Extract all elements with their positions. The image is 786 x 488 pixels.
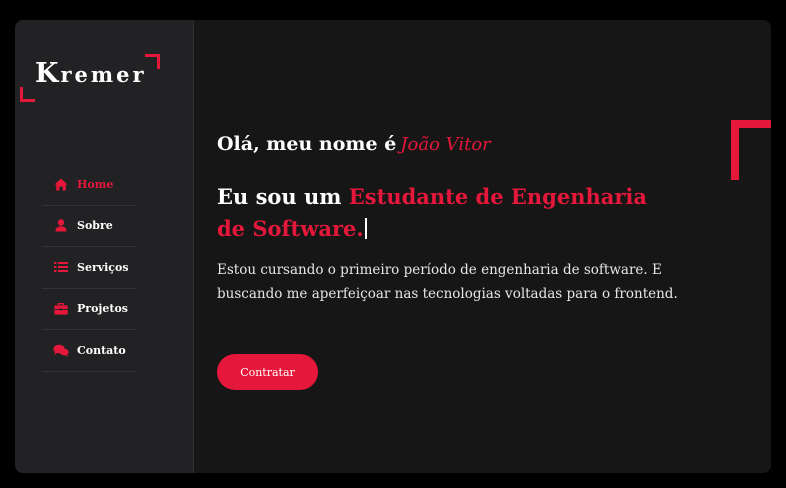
sidebar-item-sobre[interactable]: Sobre <box>42 206 136 247</box>
sidebar-item-projetos[interactable]: Projetos <box>42 289 136 330</box>
sidebar-item-label: Sobre <box>77 219 113 233</box>
logo-text: Kremer <box>35 58 147 89</box>
hero-description: Estou cursando o primeiro período de eng… <box>217 262 678 302</box>
greeting-text: Olá, meu nome é <box>217 133 397 155</box>
sidebar-item-contato[interactable]: Contato <box>42 330 136 372</box>
sidebar-item-label: Serviços <box>77 260 129 274</box>
home-icon <box>53 177 69 191</box>
briefcase-icon <box>53 302 69 316</box>
logo-rest: remer <box>60 62 147 87</box>
sidebar-item-label: Home <box>77 177 114 191</box>
sidebar-item-servicos[interactable]: Serviços <box>42 247 136 289</box>
logo-corner-top-right <box>145 54 160 69</box>
hero-name: João Vitor <box>400 134 491 155</box>
list-icon <box>53 260 69 274</box>
chat-icon <box>53 343 69 357</box>
sidebar-item-home[interactable]: Home <box>42 164 136 206</box>
logo-corner-bottom-left <box>20 87 35 102</box>
hero-headline: Eu sou um Estudante de Engenharia de Sof… <box>217 181 657 245</box>
contratar-button[interactable]: Contratar <box>217 354 318 390</box>
app-frame: Kremer Home Sobre Serviços Projetos Cont… <box>15 20 771 473</box>
logo-initial: K <box>35 58 61 89</box>
greeting: Olá, meu nome é João Vitor <box>217 133 491 155</box>
sidebar: Kremer Home Sobre Serviços Projetos Cont… <box>15 20 194 473</box>
typing-cursor <box>364 218 367 239</box>
sidebar-nav: Home Sobre Serviços Projetos Contato <box>42 164 136 372</box>
sidebar-item-label: Contato <box>77 343 126 357</box>
logo[interactable]: Kremer <box>20 54 160 102</box>
sidebar-item-label: Projetos <box>77 302 128 316</box>
headline-prefix: Eu sou um <box>217 184 342 209</box>
decorative-corner-right <box>731 120 771 180</box>
user-icon <box>53 219 69 233</box>
hero-section: Olá, meu nome é João Vitor Eu sou um Estu… <box>217 20 757 473</box>
